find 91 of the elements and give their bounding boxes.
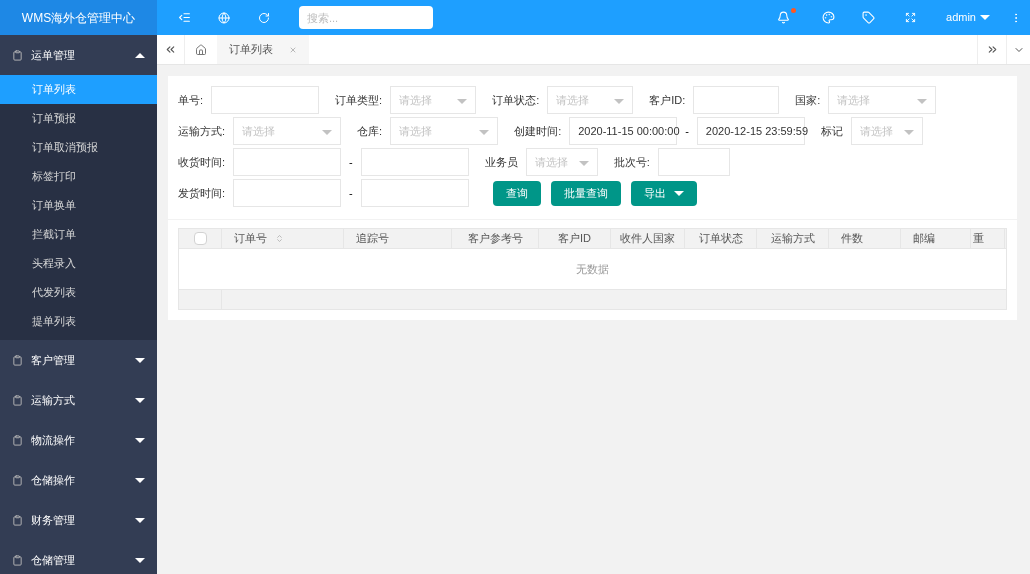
caret-icon (578, 160, 589, 166)
text-input-field[interactable] (657, 148, 730, 176)
range-separator: - (349, 154, 353, 170)
notification-bell-icon[interactable] (777, 11, 791, 24)
app-title: WMS海外仓管理中心 (0, 0, 157, 35)
text-input-field[interactable] (693, 86, 780, 114)
column-header: 邮编 (901, 229, 971, 248)
column-header: 订单状态 (685, 229, 757, 248)
caret-icon (322, 129, 333, 135)
text-input-field[interactable] (211, 86, 320, 114)
caret-down-icon (135, 357, 145, 363)
action-button[interactable]: 导出 (630, 180, 697, 206)
action-button[interactable]: 批量查询 (550, 180, 621, 206)
date-input-field[interactable] (360, 148, 469, 176)
column-header: 重 (971, 229, 1005, 248)
column-header: 件数 (829, 229, 901, 248)
date-input-field[interactable] (233, 179, 342, 207)
sort-icon[interactable] (275, 234, 284, 243)
sidebar-menu-item[interactable]: 仓储管理 (0, 540, 157, 574)
tag-icon[interactable] (862, 11, 876, 24)
field-label: 业务员 (484, 154, 518, 170)
search-field[interactable]: 搜索... (299, 6, 433, 29)
caret-icon (917, 98, 928, 104)
sidebar-subitem[interactable]: 订单取消预报 (0, 133, 157, 162)
caret-down-icon (135, 517, 145, 523)
field-label: 标记 (820, 123, 843, 139)
home-icon[interactable] (195, 43, 207, 56)
action-button[interactable]: 查询 (492, 180, 541, 206)
field-label: 创建时间: (514, 123, 562, 139)
clipboard-icon (12, 514, 23, 526)
sidebar-subitem[interactable]: 头程录入 (0, 249, 157, 278)
field-label: 运输方式: (178, 123, 226, 139)
field-label: 国家: (795, 92, 821, 108)
date-input-field[interactable] (360, 179, 469, 207)
column-header: 追踪号 (344, 229, 452, 248)
caret-up-icon (135, 52, 145, 58)
date-input-field[interactable] (233, 148, 342, 176)
caret-icon (673, 190, 684, 196)
clipboard-icon (12, 394, 23, 406)
field-label: 单号: (178, 92, 204, 108)
page-tab[interactable]: 订单列表 (217, 35, 309, 64)
sidebar-menu-item[interactable]: 运单管理 (0, 35, 157, 75)
caret-icon (457, 98, 468, 104)
sidebar-subitem[interactable]: 订单预报 (0, 104, 157, 133)
fullscreen-icon[interactable] (905, 12, 917, 23)
column-header: 客户ID (539, 229, 611, 248)
field-label: 订单类型: (335, 92, 383, 108)
close-icon[interactable] (289, 45, 297, 54)
menu-toggle-icon[interactable] (178, 11, 191, 24)
sidebar-subitem[interactable]: 拦截订单 (0, 220, 157, 249)
caret-down-icon (135, 437, 145, 443)
clipboard-icon (12, 354, 23, 366)
column-header: 收件人国家 (611, 229, 685, 248)
sidebar-menu-item[interactable]: 物流操作 (0, 420, 157, 460)
column-header: 运输方式 (757, 229, 829, 248)
field-label: 发货时间: (178, 185, 226, 201)
field-label: 批次号: (613, 154, 650, 170)
sidebar-subitem[interactable]: 代发列表 (0, 278, 157, 307)
field-label: 收货时间: (178, 154, 226, 170)
sidebar-subitem[interactable]: 提单列表 (0, 307, 157, 336)
caret-icon (614, 98, 625, 104)
select-all-checkbox[interactable] (193, 232, 207, 245)
date-input-field[interactable]: 2020-11-15 00:00:00 (569, 117, 678, 145)
sidebar-subitem[interactable]: 订单换单 (0, 191, 157, 220)
range-separator: - (685, 123, 689, 139)
caret-icon (479, 129, 490, 135)
caret-down-icon (135, 477, 145, 483)
refresh-icon[interactable] (258, 11, 270, 24)
caret-icon (903, 129, 914, 135)
column-header: 客户参考号 (452, 229, 539, 248)
caret-down-icon (135, 397, 145, 403)
sidebar-menu-item[interactable]: 财务管理 (0, 500, 157, 540)
sidebar-subitem[interactable]: 标签打印 (0, 162, 157, 191)
field-label: 仓库: (357, 123, 383, 139)
range-separator: - (349, 185, 353, 201)
clipboard-icon (12, 49, 23, 61)
sidebar-menu-item[interactable]: 客户管理 (0, 340, 157, 380)
palette-icon[interactable] (822, 11, 836, 24)
globe-icon[interactable] (218, 11, 230, 24)
field-label: 订单状态: (492, 92, 540, 108)
sidebar-menu-item[interactable]: 运输方式 (0, 380, 157, 420)
sidebar-menu-item[interactable]: 仓储操作 (0, 460, 157, 500)
empty-message: 无数据 (575, 261, 610, 277)
caret-icon (980, 15, 990, 20)
scroll-left-icon[interactable] (164, 43, 177, 56)
field-label: 客户ID: (649, 92, 686, 108)
clipboard-icon (12, 474, 23, 486)
column-header: 订单号 (222, 229, 344, 248)
clipboard-icon (12, 554, 23, 566)
clipboard-icon (12, 434, 23, 446)
caret-down-icon (135, 557, 145, 563)
